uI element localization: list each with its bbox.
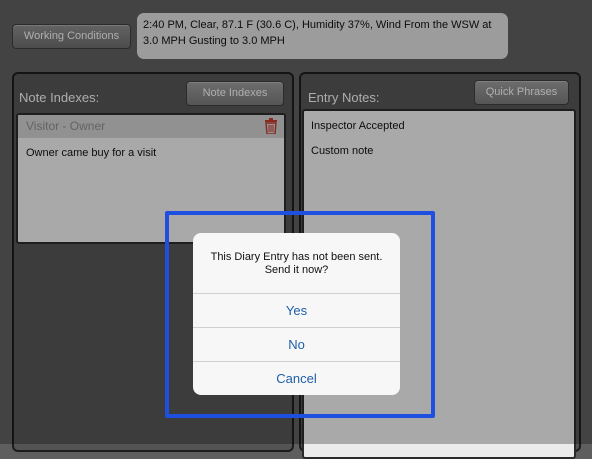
no-button[interactable]: No [193,327,400,361]
dialog-message-line-2: Send it now? [264,264,329,276]
yes-button[interactable]: Yes [193,293,400,327]
send-entry-dialog: This Diary Entry has not been sent. Send… [193,233,400,395]
dialog-message: This Diary Entry has not been sent. Send… [193,251,400,277]
cancel-button[interactable]: Cancel [193,361,400,395]
dialog-message-line-1: This Diary Entry has not been sent. [210,251,383,263]
